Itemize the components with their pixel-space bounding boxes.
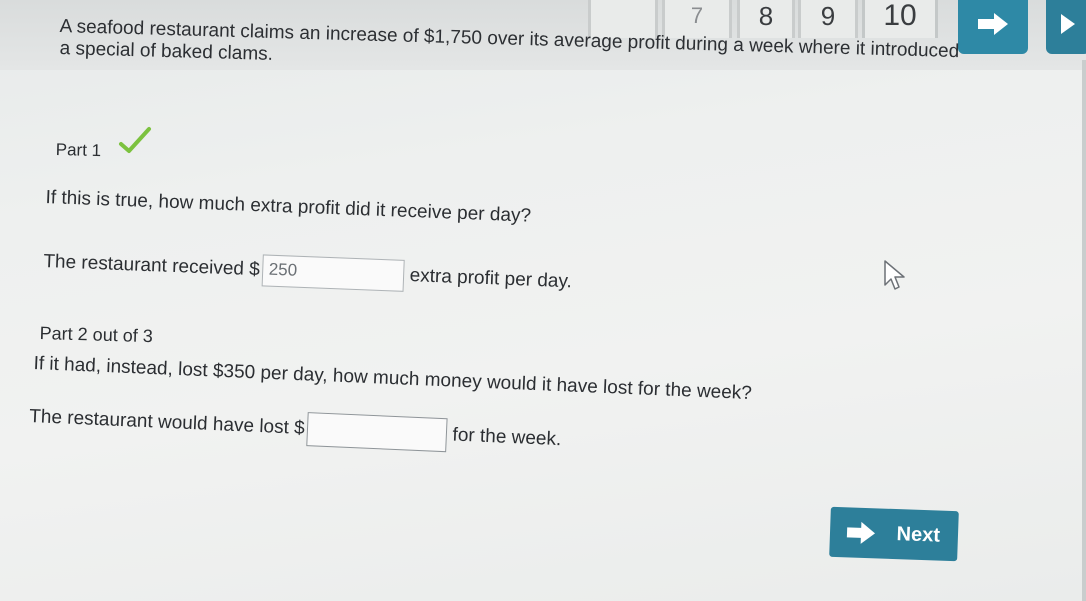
question-number: 8 [758,0,774,31]
checkmark-icon [119,127,151,153]
answer-prefix: The restaurant would have lost $ [28,405,306,439]
part-2-question: If it had, instead, lost $350 per day, h… [33,353,753,405]
answer-suffix: for the week. [452,424,562,451]
next-button-label: Next [896,522,941,547]
mouse-cursor-icon [884,260,905,290]
question-nav-item-current[interactable]: 10 [862,0,938,38]
play-icon [1061,14,1075,34]
answer-suffix: extra profit per day. [409,265,573,293]
part-1-answer-input[interactable]: 250 [261,254,405,292]
question-number: 9 [820,0,836,31]
question-nav-item[interactable]: 9 [798,0,858,38]
part-1-question: If this is true, how much extra profit d… [45,187,532,227]
next-button[interactable]: Next [829,506,959,562]
question-nav-item[interactable]: 8 [737,0,795,38]
part-1-label: Part 1 [55,140,102,161]
part-2-answer-input[interactable] [305,412,448,453]
part-2-label: Part 2 out of 3 [39,323,154,347]
part-2-answer-row: The restaurant would have lost $ for the… [29,400,562,457]
question-number: 7 [690,3,704,28]
answer-prefix: The restaurant received $ [43,250,261,281]
screen-edge [1082,60,1086,601]
question-number: 10 [883,0,917,32]
part-1-answer-row: The restaurant received $ 250 extra prof… [43,246,573,298]
arrow-right-icon [846,521,876,544]
arrow-right-icon [978,13,1008,35]
